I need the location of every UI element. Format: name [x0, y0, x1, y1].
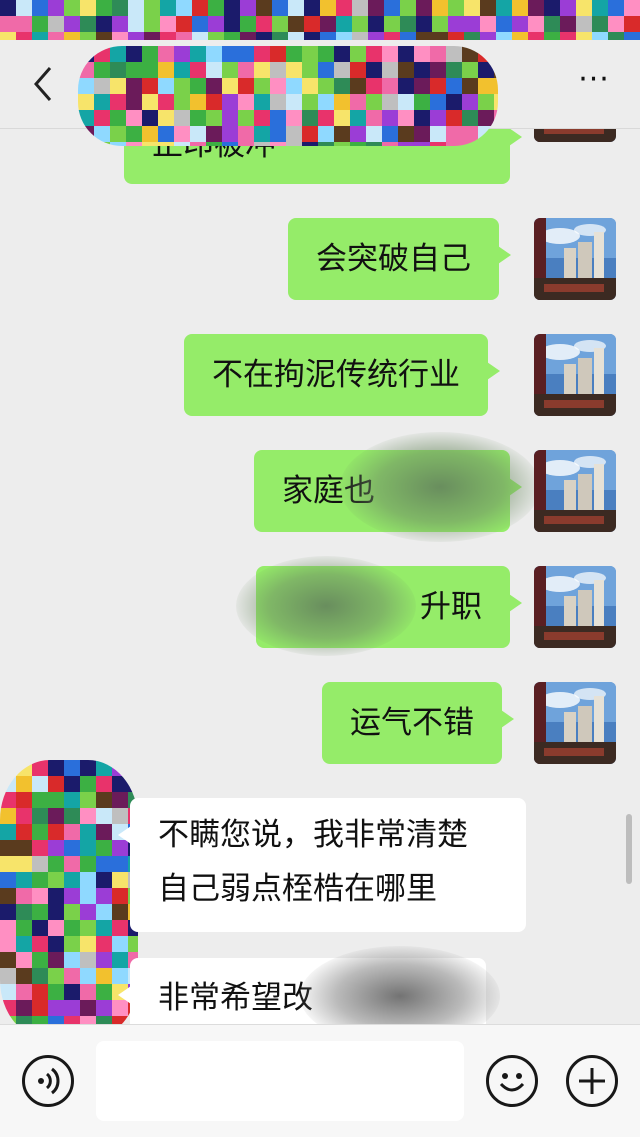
redaction-smudge — [340, 432, 540, 542]
message-text: 运气不错 — [350, 705, 474, 741]
message-bubble[interactable]: 不瞒您说，我非常清楚 自己弱点桎梏在哪里 — [118, 798, 526, 932]
avatar[interactable] — [534, 566, 616, 648]
avatar-image — [534, 566, 616, 648]
message-text-line: 不瞒您说，我非常清楚 — [158, 817, 468, 853]
message-bubble[interactable]: 运气不错 — [322, 682, 514, 764]
more-icon: ··· — [578, 62, 610, 97]
message-bubble[interactable]: 不在拘泥传统行业 — [184, 334, 500, 416]
avatar-image — [534, 682, 616, 764]
message-text-line: 自己弱点桎梏在哪里 — [158, 871, 437, 907]
plus-icon — [579, 1068, 605, 1094]
avatar-image — [534, 450, 616, 532]
input-bar — [0, 1024, 640, 1137]
message-text: 会突破自己 — [316, 241, 471, 277]
more-functions-button[interactable] — [566, 1055, 618, 1107]
avatar[interactable] — [534, 682, 616, 764]
redaction-mosaic — [78, 46, 498, 146]
nav-bar: ··· — [0, 40, 640, 146]
avatar-image — [534, 218, 616, 300]
chevron-left-icon — [34, 67, 52, 101]
message-input[interactable] — [96, 1041, 464, 1121]
message-text: 不在拘泥传统行业 — [212, 357, 460, 393]
avatar[interactable] — [534, 450, 616, 532]
message-bubble[interactable]: 会突破自己 — [288, 218, 511, 300]
message-text: 非常希望改 — [158, 980, 313, 1016]
more-options-button[interactable]: ··· — [570, 65, 618, 96]
emoji-icon — [499, 1073, 525, 1092]
scroll-indicator[interactable] — [626, 814, 632, 884]
message-text: 升职 — [420, 589, 482, 625]
avatar-image — [534, 334, 616, 416]
avatar[interactable] — [534, 334, 616, 416]
chat-area: 正印被冲 会突破自己 不在拘泥传统行业 家庭也 升职 运气不错 — [0, 0, 640, 1136]
chat-title-redacted — [78, 46, 498, 146]
voice-button[interactable] — [22, 1055, 74, 1107]
redaction-smudge — [236, 556, 416, 656]
emoji-button[interactable] — [486, 1055, 538, 1107]
voice-icon — [38, 1067, 60, 1095]
back-button[interactable] — [26, 64, 66, 104]
avatar[interactable] — [534, 218, 616, 300]
